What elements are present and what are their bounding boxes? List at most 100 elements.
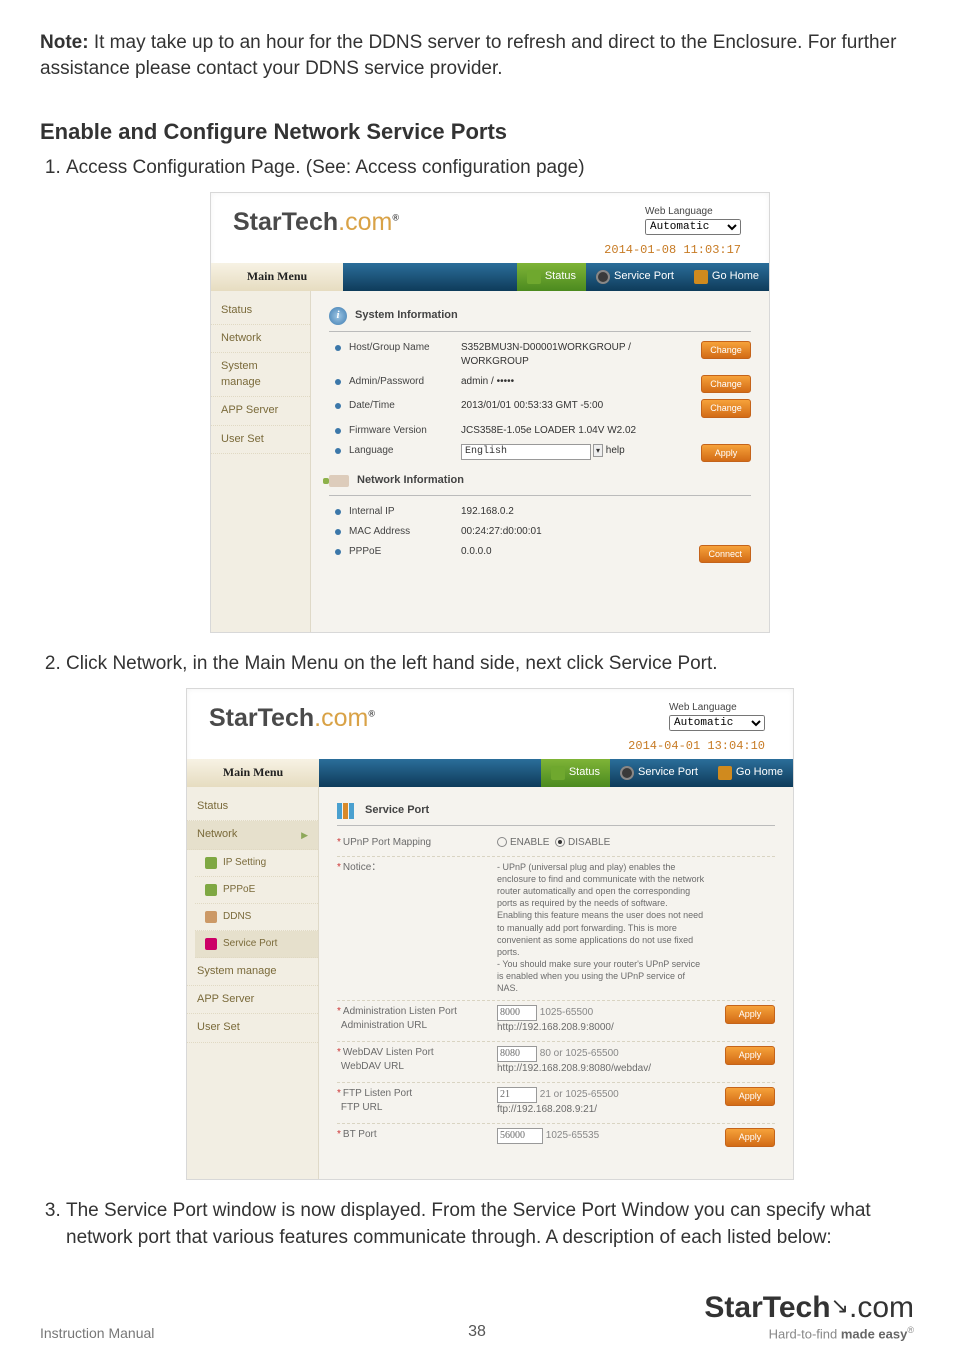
gear-icon — [596, 270, 610, 284]
web-language-select[interactable]: Automatic — [645, 219, 741, 235]
firmware-label: Firmware Version — [349, 424, 461, 438]
sidebar-item-system-manage[interactable]: System manage — [187, 958, 318, 986]
plug-icon — [205, 884, 217, 896]
internal-ip-label: Internal IP — [349, 505, 461, 519]
tab-bar: Main Menu Status Service Port Go Home — [211, 263, 769, 291]
web-language: Web Language Automatic — [645, 205, 741, 235]
notice-text: - UPnP (universal plug and play) enables… — [497, 861, 705, 995]
network-info-header: Network Information — [329, 471, 751, 495]
status-icon — [551, 766, 565, 780]
system-info-header: iSystem Information — [329, 305, 751, 332]
admin-port-input[interactable]: 8000 — [497, 1005, 537, 1021]
admin-url-value: http://192.168.208.9:8000/ — [497, 1022, 614, 1033]
main-menu-header: Main Menu — [211, 263, 343, 291]
device-datetime: 2014-04-01 13:04:10 — [187, 738, 793, 759]
admin-pass-value: admin / ••••• — [461, 375, 671, 389]
sidebar-item-app-server[interactable]: APP Server — [211, 397, 310, 425]
pppoe-label: PPPoE — [349, 545, 461, 559]
footer-instruction-manual: Instruction Manual — [40, 1325, 154, 1341]
note-paragraph: Note: It may take up to an hour for the … — [40, 30, 914, 81]
apply-webdav-button[interactable]: Apply — [725, 1046, 775, 1065]
web-language-select[interactable]: Automatic — [669, 715, 765, 731]
ftp-port-range: 21 or 1025-65500 — [540, 1089, 619, 1100]
change-admin-button[interactable]: Change — [701, 375, 751, 394]
upnp-label: UPnP Port Mapping — [343, 837, 431, 848]
language-label: Language — [349, 444, 461, 458]
tab-service-port[interactable]: Service Port — [586, 263, 684, 291]
change-datetime-button[interactable]: Change — [701, 399, 751, 418]
step-3-text: The Service Port window is now displayed… — [66, 1198, 914, 1251]
webdav-url-value: http://192.168.208.9:8080/webdav/ — [497, 1063, 651, 1074]
ftp-port-label: FTP Listen Port — [343, 1088, 412, 1099]
bt-port-range: 1025-65535 — [546, 1130, 599, 1141]
admin-pass-label: Admin/Password — [349, 375, 461, 389]
bt-port-input[interactable]: 56000 — [497, 1128, 543, 1144]
port-icon — [337, 803, 357, 819]
step-1-text: Access Configuration Page. (See: Access … — [66, 155, 914, 182]
sidebar-item-user-set[interactable]: User Set — [187, 1014, 318, 1042]
apply-language-button[interactable]: Apply — [701, 444, 751, 463]
webdav-port-label: WebDAV Listen Port — [343, 1047, 434, 1058]
note-label: Note: — [40, 32, 89, 53]
status-icon — [527, 270, 541, 284]
tab-service-port[interactable]: Service Port — [610, 759, 708, 787]
sidebar-item-service-port[interactable]: Service Port — [195, 931, 318, 958]
sidebar-item-network[interactable]: Network▶ — [187, 821, 318, 849]
note-body: It may take up to an hour for the DDNS s… — [40, 32, 896, 79]
webdav-port-range: 80 or 1025-65500 — [540, 1048, 619, 1059]
sidebar-item-app-server[interactable]: APP Server — [187, 986, 318, 1014]
page-number: 38 — [468, 1323, 486, 1341]
web-language-label: Web Language — [669, 701, 765, 715]
chevron-down-icon[interactable]: ▾ — [593, 444, 603, 457]
datetime-value: 2013/01/01 00:53:33 GMT -5:00 — [461, 399, 671, 413]
apply-ftp-button[interactable]: Apply — [725, 1087, 775, 1106]
host-group-value: S352BMU3N-D00001WORKGROUP / WORKGROUP — [461, 341, 671, 369]
ddns-icon — [205, 911, 217, 923]
tab-status[interactable]: Status — [541, 759, 610, 787]
sidebar: Status Network System manage APP Server … — [211, 291, 311, 633]
connect-pppoe-button[interactable]: Connect — [699, 545, 751, 564]
brand-logo: StarTech.com® — [233, 205, 399, 240]
sidebar-item-ddns[interactable]: DDNS — [195, 904, 318, 931]
sidebar: Status Network▶ IP Setting PPPoE DDNS Se… — [187, 787, 319, 1179]
home-icon — [694, 270, 708, 284]
disable-radio[interactable] — [555, 837, 565, 847]
web-language: Web Language Automatic — [669, 701, 765, 731]
step-2-text: Click Network, in the Main Menu on the l… — [66, 651, 914, 678]
service-port-header: Service Port — [337, 801, 775, 826]
change-host-button[interactable]: Change — [701, 341, 751, 360]
home-icon — [718, 766, 732, 780]
main-menu-header: Main Menu — [187, 759, 319, 787]
ftp-port-input[interactable]: 21 — [497, 1087, 537, 1103]
service-port-icon — [205, 938, 217, 950]
sidebar-item-pppoe[interactable]: PPPoE — [195, 877, 318, 904]
sidebar-item-ip-setting[interactable]: IP Setting — [195, 850, 318, 877]
sidebar-item-user-set[interactable]: User Set — [211, 426, 310, 454]
language-select[interactable]: English — [461, 444, 591, 460]
device-datetime: 2014-01-08 11:03:17 — [211, 242, 769, 263]
footer-tagline: Hard-to-find made easy® — [704, 1325, 914, 1341]
plug-icon — [329, 475, 349, 487]
sidebar-item-status[interactable]: Status — [187, 793, 318, 821]
sidebar-item-network[interactable]: Network — [211, 325, 310, 353]
help-link[interactable]: help — [606, 445, 625, 456]
tab-go-home[interactable]: Go Home — [684, 263, 769, 291]
tab-bar: Main Menu Status Service Port Go Home — [187, 759, 793, 787]
web-language-label: Web Language — [645, 205, 741, 219]
apply-admin-button[interactable]: Apply — [725, 1005, 775, 1024]
gear-icon — [620, 766, 634, 780]
internal-ip-value: 192.168.0.2 — [461, 505, 671, 519]
tab-status[interactable]: Status — [517, 263, 586, 291]
enable-radio[interactable] — [497, 837, 507, 847]
sidebar-item-status[interactable]: Status — [211, 297, 310, 325]
footer-logo: StarTech↘.com — [704, 1291, 914, 1325]
apply-bt-button[interactable]: Apply — [725, 1128, 775, 1147]
tab-go-home[interactable]: Go Home — [708, 759, 793, 787]
admin-port-label: Administration Listen Port — [343, 1006, 457, 1017]
webdav-port-input[interactable]: 8080 — [497, 1046, 537, 1062]
mac-label: MAC Address — [349, 525, 461, 539]
firmware-value: JCS358E-1.05e LOADER 1.04V W2.02 — [461, 424, 671, 438]
sidebar-item-system-manage[interactable]: System manage — [211, 353, 310, 397]
bt-port-label: BT Port — [343, 1129, 377, 1140]
ftp-url-value: ftp://192.168.208.9:21/ — [497, 1104, 597, 1115]
